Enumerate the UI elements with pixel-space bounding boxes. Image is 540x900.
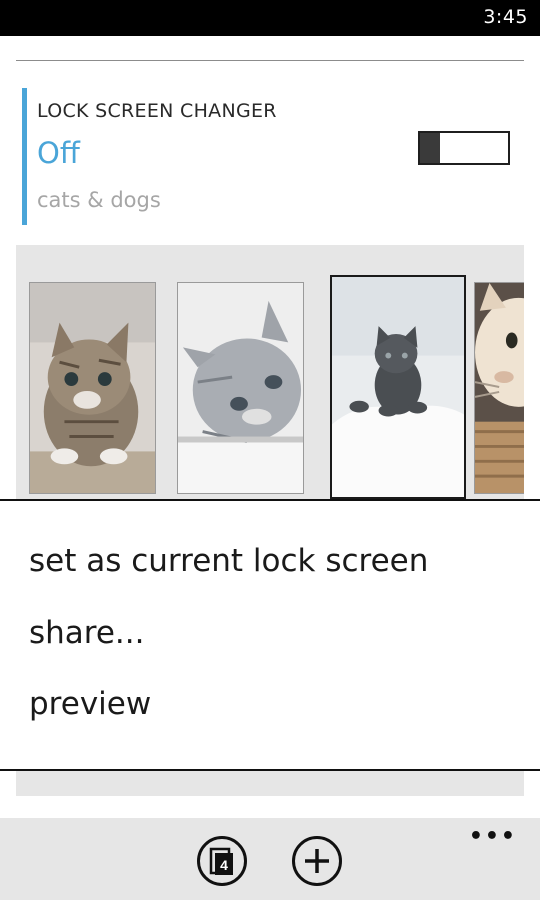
menu-item-share[interactable]: share... [29, 615, 145, 651]
lock-screen-changer-setting[interactable]: LOCK SCREEN CHANGER Off cats & dogs [22, 88, 522, 225]
divider [16, 60, 524, 61]
gallery-image-gray-kitten[interactable] [177, 282, 304, 494]
status-time: 3:45 [483, 6, 528, 28]
app-bar: 4 ••• [0, 818, 540, 900]
tabby-kitten-icon [30, 283, 155, 493]
lock-screen-count-icon: 4 [209, 847, 233, 875]
add-icon [305, 849, 329, 873]
gallery-image-cream-cat[interactable] [474, 282, 524, 494]
toggle-switch[interactable] [418, 131, 510, 165]
toggle-thumb[interactable] [420, 133, 440, 163]
setting-subtitle: cats & dogs [37, 188, 161, 212]
menu-item-preview[interactable]: preview [29, 686, 151, 722]
accent-bar [22, 88, 27, 225]
setting-state: Off [37, 136, 80, 170]
status-bar: 3:45 [0, 0, 540, 36]
context-menu: set as current lock screen share... prev… [0, 499, 540, 771]
gray-kitten-icon [178, 283, 303, 493]
more-icon[interactable]: ••• [469, 824, 517, 849]
cream-cat-icon [475, 283, 524, 493]
add-button[interactable] [292, 836, 342, 886]
menu-item-set-lock-screen[interactable]: set as current lock screen [29, 543, 428, 579]
badge-count: 4 [220, 857, 228, 873]
setting-title: LOCK SCREEN CHANGER [37, 100, 277, 122]
lock-screen-count-button[interactable]: 4 [197, 836, 247, 886]
gallery-image-black-kitten[interactable] [330, 275, 466, 499]
black-kitten-icon [332, 277, 464, 497]
gallery-image-tabby-kitten[interactable] [29, 282, 156, 494]
